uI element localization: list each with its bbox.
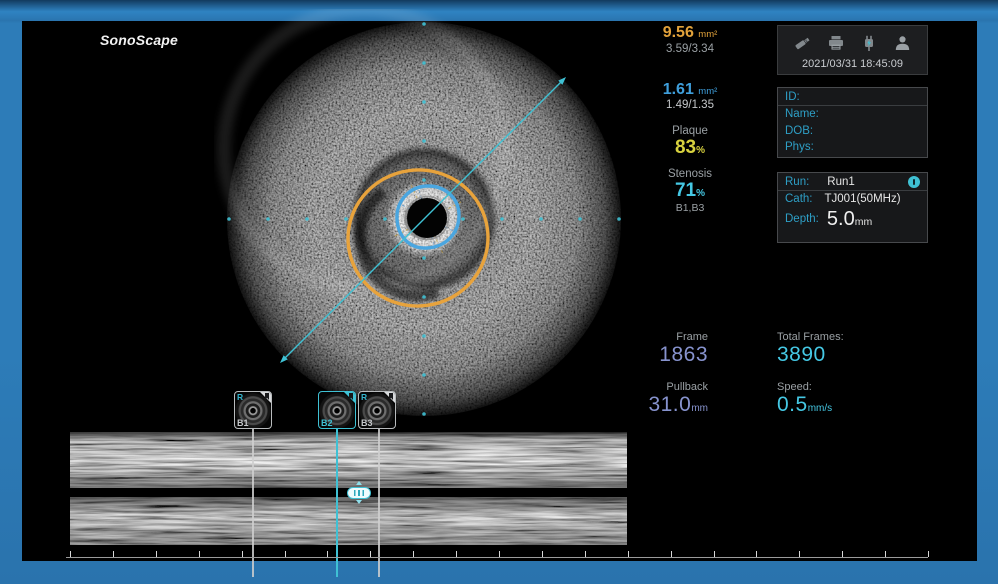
cath-value: TJ001(50MHz) <box>825 193 901 205</box>
bookmark-thumb-b1[interactable]: R B1 <box>234 391 272 429</box>
frame-value: 1863 <box>600 343 708 367</box>
lumen-area-value: 1.61 mm² <box>630 81 750 99</box>
frame-label: Frame <box>600 331 708 343</box>
plaque-label: Plaque <box>630 125 750 137</box>
brand-logo: SonoScape <box>100 32 178 48</box>
longitudinal-strip-bottom[interactable] <box>70 497 627 545</box>
speed-label: Speed: <box>777 381 917 393</box>
screen: SonoScape <box>22 21 977 561</box>
lumen-diameters: 1.49/1.35 <box>630 99 750 111</box>
ivus-workstation: SonoScape <box>0 0 998 584</box>
patient-id-label: ID: <box>778 88 927 106</box>
bookmark-label: B1 <box>237 418 249 428</box>
stenosis-label: Stenosis <box>630 168 750 180</box>
usb-icon[interactable] <box>792 33 814 53</box>
patient-name-label: Name: <box>778 106 927 123</box>
patient-phys-label: Phys: <box>778 139 927 156</box>
total-speed-block: Total Frames: 3890 Speed: 0.5mm/s <box>777 331 917 431</box>
frame-pullback-block: Frame 1863 Pullback 31.0mm <box>600 331 708 431</box>
stenosis-value: 71% <box>630 180 750 202</box>
run-info-icon[interactable] <box>908 176 920 188</box>
plaque-value: 83% <box>630 137 750 159</box>
current-frame-line[interactable] <box>336 429 338 577</box>
bookmark-thumb-b2[interactable]: B2 <box>318 391 356 429</box>
depth-value: 5.0mm <box>827 209 872 229</box>
bookmark-r-marker: R <box>237 392 243 402</box>
stenosis-frames-ref: B1,B3 <box>630 202 750 214</box>
total-frames-value: 3890 <box>777 343 917 367</box>
vessel-area-value: 9.56 mm² <box>630 24 750 42</box>
pullback-ruler <box>66 557 928 558</box>
pullback-value: 31.0mm <box>600 393 708 417</box>
slider-down-arrow-icon <box>356 500 362 504</box>
run-panel[interactable]: Run: Run1 Cath: TJ001(50MHz) Depth: 5.0m… <box>777 172 928 243</box>
run-label: Run: <box>785 176 809 188</box>
user-icon[interactable] <box>891 33 913 53</box>
bookmark-line-b1[interactable] <box>252 429 254 577</box>
patient-panel[interactable]: ID: Name: DOB: Phys: <box>777 87 928 158</box>
patient-dob-label: DOB: <box>778 123 927 140</box>
longitudinal-strip-top[interactable] <box>70 432 627 488</box>
ivus-cross-section-view[interactable] <box>214 9 644 439</box>
depth-label: Depth: <box>785 213 819 225</box>
total-frames-label: Total Frames: <box>777 331 917 343</box>
speed-value: 0.5mm/s <box>777 393 917 417</box>
frame-slider-handle[interactable] <box>347 484 371 501</box>
bookmark-line-b3[interactable] <box>378 429 380 577</box>
toolbar-panel: 2021/03/31 18:45:09 <box>777 25 928 75</box>
bookmark-r-marker: R <box>361 392 367 402</box>
pullback-label: Pullback <box>600 381 708 393</box>
slider-up-arrow-icon <box>356 481 362 485</box>
bookmark-label: B3 <box>361 418 373 428</box>
slider-grip-icon <box>354 490 364 496</box>
datetime-display: 2021/03/31 18:45:09 <box>778 58 927 70</box>
vessel-diameters: 3.59/3.34 <box>630 43 750 55</box>
run-value: Run1 <box>827 176 908 188</box>
bookmark-thumb-b3[interactable]: R B3 <box>358 391 396 429</box>
cath-label: Cath: <box>785 193 813 205</box>
catheter-artifact <box>406 197 449 240</box>
printer-icon[interactable] <box>825 33 847 53</box>
bookmark-label: B2 <box>321 418 333 428</box>
measurement-panel: 9.56 mm² 3.59/3.34 1.61 mm² 1.49/1.35 Pl… <box>630 24 750 214</box>
power-icon[interactable] <box>858 33 880 53</box>
